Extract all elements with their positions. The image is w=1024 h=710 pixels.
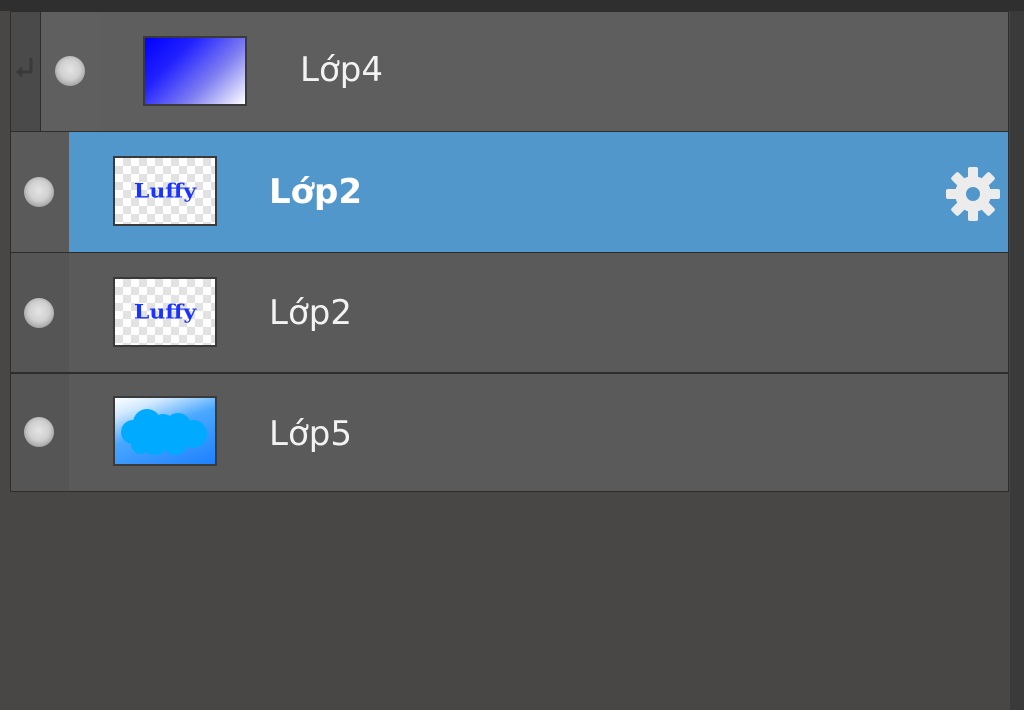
visibility-toggle-icon[interactable] [55, 56, 85, 86]
layer-thumbnail [113, 396, 217, 466]
layer-name[interactable]: Lớp4 [300, 50, 383, 90]
visibility-toggle-icon[interactable] [24, 298, 54, 328]
panel-top-border [0, 0, 1024, 11]
layer-thumbnail: Luffy [113, 277, 217, 347]
layer-row-lop2[interactable]: Luffy Lớp2 [10, 252, 1009, 373]
layer-name[interactable]: Lớp2 [269, 293, 352, 333]
thumbnail-text-art: Luffy [134, 179, 197, 203]
visibility-column [41, 12, 100, 131]
layer-row-lop4[interactable]: Lớp4 [10, 11, 1009, 132]
svg-text:Luffy: Luffy [134, 300, 197, 324]
layer-thumbnail: Luffy [113, 156, 217, 226]
visibility-column [11, 253, 69, 372]
layer-row-lop5[interactable]: Lớp5 [10, 373, 1009, 492]
layer-row-lop2-selected[interactable]: Luffy Lớp2 [10, 131, 1009, 253]
layer-name[interactable]: Lớp2 [269, 172, 362, 212]
scrollbar-track[interactable] [1010, 11, 1024, 710]
layer-name[interactable]: Lớp5 [269, 414, 352, 454]
layers-panel: Lớp4 Luffy Lớp2 Luffy Lớp2 Lớp5 [0, 0, 1024, 710]
clip-arrow-icon [16, 58, 33, 78]
gear-icon[interactable] [945, 166, 1001, 222]
visibility-toggle-icon[interactable] [24, 417, 54, 447]
visibility-toggle-icon[interactable] [24, 177, 54, 207]
clipping-indicator [11, 12, 41, 131]
thumbnail-text-art: Luffy [134, 300, 197, 324]
visibility-column [11, 374, 69, 491]
cloud-shape [121, 409, 207, 455]
layer-thumbnail [143, 36, 247, 106]
visibility-column [11, 132, 69, 252]
svg-text:Luffy: Luffy [134, 179, 197, 203]
